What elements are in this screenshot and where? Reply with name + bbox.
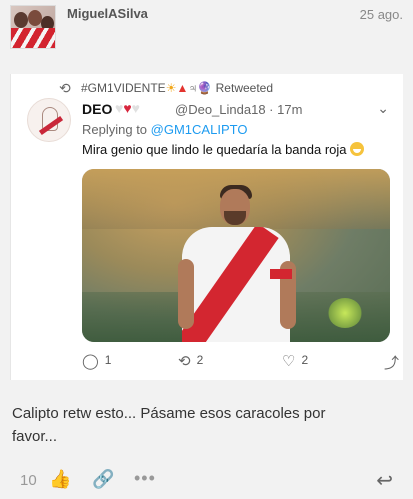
tweet-text: Mira genio que lindo le quedaría la band… (82, 142, 364, 157)
post-username[interactable]: MiguelASilva (67, 6, 148, 21)
grinning-emoji-icon (349, 142, 364, 156)
post-footer: 10 👍 🔗 ••• ↩ (0, 466, 413, 496)
tweet-text-content: Mira genio que lindo le quedaría la band… (82, 142, 347, 157)
share-button[interactable]: ⤴ (384, 352, 405, 373)
embedded-tweet[interactable]: ⟲ #GM1VIDENTE☀▲♃🔮 Retweeted DEO ♥♥♥ @Deo… (10, 74, 403, 380)
retweeted-label: Retweeted (215, 81, 274, 95)
retweeted-by[interactable]: #GM1VIDENTE☀▲♃🔮 Retweeted (81, 81, 273, 95)
tweet-time: · 17m (269, 102, 303, 117)
author-hearts: ♥♥♥ (115, 100, 140, 116)
like-count: 2 (301, 353, 309, 367)
post-comment: Calipto retw esto... Pásame esos caracol… (12, 405, 326, 445)
thumbs-up-icon[interactable]: 👍 (49, 469, 71, 490)
retweet-count: 2 (196, 353, 204, 367)
reply-arrow-icon[interactable]: ↩ (376, 468, 393, 493)
like-count: 10 (20, 472, 37, 489)
reply-icon: ◯ (82, 353, 99, 370)
replying-to: Replying to @GM1CALIPTO (82, 122, 247, 137)
tweet-author-name[interactable]: DEO (82, 101, 112, 117)
retweeter-emojis: ☀▲♃🔮 (165, 81, 213, 95)
heart-icon: ♡ (282, 353, 296, 370)
handle-text: @Deo_Linda18 (175, 102, 266, 117)
replying-label: Replying to (82, 122, 148, 137)
share-icon: ⤴ (384, 355, 400, 372)
retweet-icon: ⟲ (59, 80, 71, 96)
post-date: 25 ago. (359, 7, 403, 22)
link-icon[interactable]: 🔗 (92, 469, 114, 490)
reply-count: 1 (104, 353, 112, 367)
user-avatar[interactable] (10, 5, 56, 49)
retweeter-name: #GM1VIDENTE (81, 81, 166, 95)
tweet-author-handle[interactable]: @Deo_Linda18 · 17m (175, 102, 302, 117)
red-heart-icon: ♥ (123, 100, 132, 116)
chevron-down-icon[interactable]: ⌄ (377, 100, 389, 117)
white-heart-icon: ♥ (131, 100, 140, 116)
tweet-photo[interactable] (82, 169, 390, 342)
more-options-button[interactable]: ••• (134, 468, 156, 489)
reply-button[interactable]: ◯ 1 (82, 352, 111, 370)
replying-handle-link[interactable]: @GM1CALIPTO (151, 122, 248, 137)
tweet-actions: ◯ 1 ⟲ 2 ♡ 2 ⤴ (82, 352, 404, 374)
like-button[interactable]: ♡ 2 (282, 352, 308, 370)
post-header: MiguelASilva 25 ago. (0, 0, 413, 60)
tweet-author-avatar[interactable] (27, 98, 71, 142)
retweet-button[interactable]: ⟲ 2 (178, 352, 203, 370)
retweet-icon: ⟲ (178, 353, 191, 370)
